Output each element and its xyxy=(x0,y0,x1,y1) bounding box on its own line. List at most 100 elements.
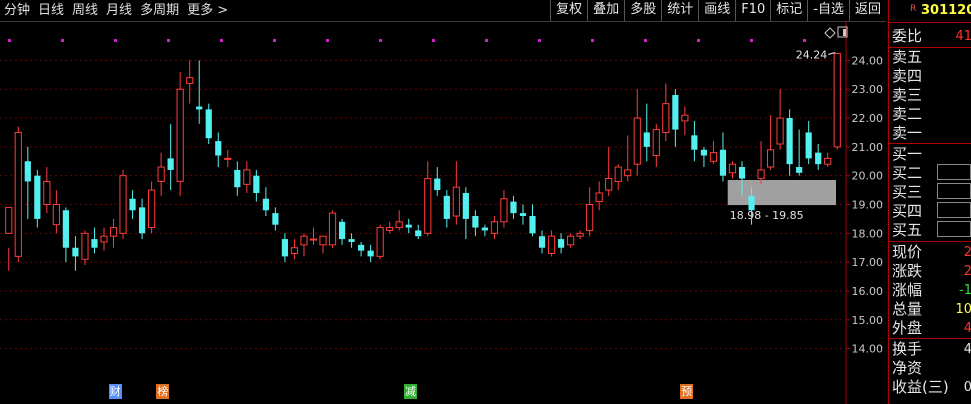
candle-body[interactable] xyxy=(157,166,165,182)
candle-body[interactable] xyxy=(205,109,212,139)
multi-stock-button[interactable]: 多股 xyxy=(624,0,661,21)
candle-body[interactable] xyxy=(529,216,536,234)
candle-body[interactable] xyxy=(319,235,327,246)
candle-body[interactable] xyxy=(443,195,450,219)
candle-body[interactable] xyxy=(309,238,318,241)
tab-minute[interactable]: 分钟 xyxy=(0,2,34,19)
candle-body[interactable] xyxy=(253,175,260,193)
candle-body[interactable] xyxy=(62,210,69,248)
candle-body[interactable] xyxy=(796,167,803,173)
candle-body[interactable] xyxy=(652,129,660,157)
candle-body[interactable] xyxy=(815,152,822,165)
candle-body[interactable] xyxy=(728,163,737,174)
candle-body[interactable] xyxy=(81,232,89,260)
candle-body[interactable] xyxy=(376,227,384,257)
candle-body[interactable] xyxy=(586,204,594,231)
candle-body[interactable] xyxy=(662,103,670,133)
diamond-icon[interactable] xyxy=(824,27,836,39)
candle-body[interactable] xyxy=(824,157,832,165)
candle-body[interactable] xyxy=(557,239,565,248)
candle-body[interactable] xyxy=(43,180,51,205)
candle-body[interactable] xyxy=(224,157,232,160)
candle-body[interactable] xyxy=(481,227,488,231)
candle-body[interactable] xyxy=(186,77,194,84)
candle-body[interactable] xyxy=(776,117,784,145)
candle-body[interactable] xyxy=(614,166,622,182)
candle-body[interactable] xyxy=(547,235,556,254)
tab-daily[interactable]: 日线 xyxy=(34,2,68,19)
candle-body[interactable] xyxy=(766,149,775,168)
candle-body[interactable] xyxy=(538,236,546,248)
candle-body[interactable] xyxy=(338,221,346,240)
candle-body[interactable] xyxy=(738,167,746,179)
candle-body[interactable] xyxy=(138,207,146,234)
candle-body[interactable] xyxy=(348,239,355,242)
stock-code[interactable]: 301120 xyxy=(921,3,971,18)
candle-body[interactable] xyxy=(462,192,469,219)
candle-body[interactable] xyxy=(176,88,184,182)
stats-button[interactable]: 统计 xyxy=(661,0,698,21)
candle-body[interactable] xyxy=(243,169,251,185)
candle-body[interactable] xyxy=(833,52,841,148)
candle-body[interactable] xyxy=(367,250,374,257)
event-tag-ranking[interactable]: 榜 xyxy=(156,384,170,399)
candle-body[interactable] xyxy=(415,230,422,237)
candle-body[interactable] xyxy=(5,206,13,234)
candle-body[interactable] xyxy=(719,149,727,176)
tab-multi-period[interactable]: 多周期 xyxy=(136,2,183,19)
candle-body[interactable] xyxy=(386,227,394,231)
candle-body[interactable] xyxy=(328,212,337,246)
candle-body[interactable] xyxy=(34,175,41,219)
candle-body[interactable] xyxy=(52,204,60,226)
candle-body[interactable] xyxy=(434,178,441,191)
candle-body[interactable] xyxy=(700,149,708,156)
candle-body[interactable] xyxy=(262,198,269,211)
adjust-button[interactable]: 复权 xyxy=(550,0,587,21)
remove-watchlist-button[interactable]: -自选 xyxy=(807,0,849,21)
candle-body[interactable] xyxy=(424,178,432,234)
candle-body[interactable] xyxy=(234,169,241,188)
candle-body[interactable] xyxy=(510,201,517,214)
candle-body[interactable] xyxy=(633,117,641,165)
candle-body[interactable] xyxy=(24,161,31,182)
candle-body[interactable] xyxy=(196,106,203,110)
candle-body[interactable] xyxy=(272,213,279,225)
f10-button[interactable]: F10 xyxy=(735,0,770,21)
candle-body[interactable] xyxy=(395,221,403,229)
event-tag-forecast[interactable]: 预 xyxy=(680,384,694,399)
candle-body[interactable] xyxy=(595,192,603,203)
event-tag-earnings[interactable]: 财 xyxy=(108,384,122,399)
mark-button[interactable]: 标记 xyxy=(770,0,807,21)
candle-body[interactable] xyxy=(748,195,755,211)
candle-body[interactable] xyxy=(405,224,412,228)
tab-monthly[interactable]: 月线 xyxy=(102,2,136,19)
candle-body[interactable] xyxy=(472,216,479,228)
candle-body[interactable] xyxy=(786,118,793,165)
candle-body[interactable] xyxy=(576,232,584,237)
candle-body[interactable] xyxy=(358,244,365,251)
candle-body[interactable] xyxy=(167,158,174,170)
candle-body[interactable] xyxy=(109,227,118,237)
candle-body[interactable] xyxy=(72,247,79,257)
back-button[interactable]: 返回 xyxy=(848,0,886,21)
candle-body[interactable] xyxy=(672,94,679,130)
candle-body[interactable] xyxy=(290,247,299,254)
overlay-button[interactable]: 叠加 xyxy=(587,0,624,21)
candle-body[interactable] xyxy=(300,235,308,246)
candle-body[interactable] xyxy=(215,141,222,156)
tab-weekly[interactable]: 周线 xyxy=(68,2,102,19)
candle-body[interactable] xyxy=(100,235,108,243)
candle-body[interactable] xyxy=(805,132,812,159)
candle-body[interactable] xyxy=(519,213,527,217)
candle-body[interactable] xyxy=(14,131,22,257)
tab-more[interactable]: 更多 > xyxy=(183,2,232,19)
candle-body[interactable] xyxy=(119,175,127,234)
draw-line-button[interactable]: 画线 xyxy=(698,0,735,21)
candle-body[interactable] xyxy=(624,169,632,177)
candle-body[interactable] xyxy=(681,114,689,122)
candle-body[interactable] xyxy=(643,132,650,147)
candle-body[interactable] xyxy=(129,198,136,211)
candle-body[interactable] xyxy=(490,221,499,234)
candle-body[interactable] xyxy=(500,198,508,223)
candle-body[interactable] xyxy=(148,189,156,229)
